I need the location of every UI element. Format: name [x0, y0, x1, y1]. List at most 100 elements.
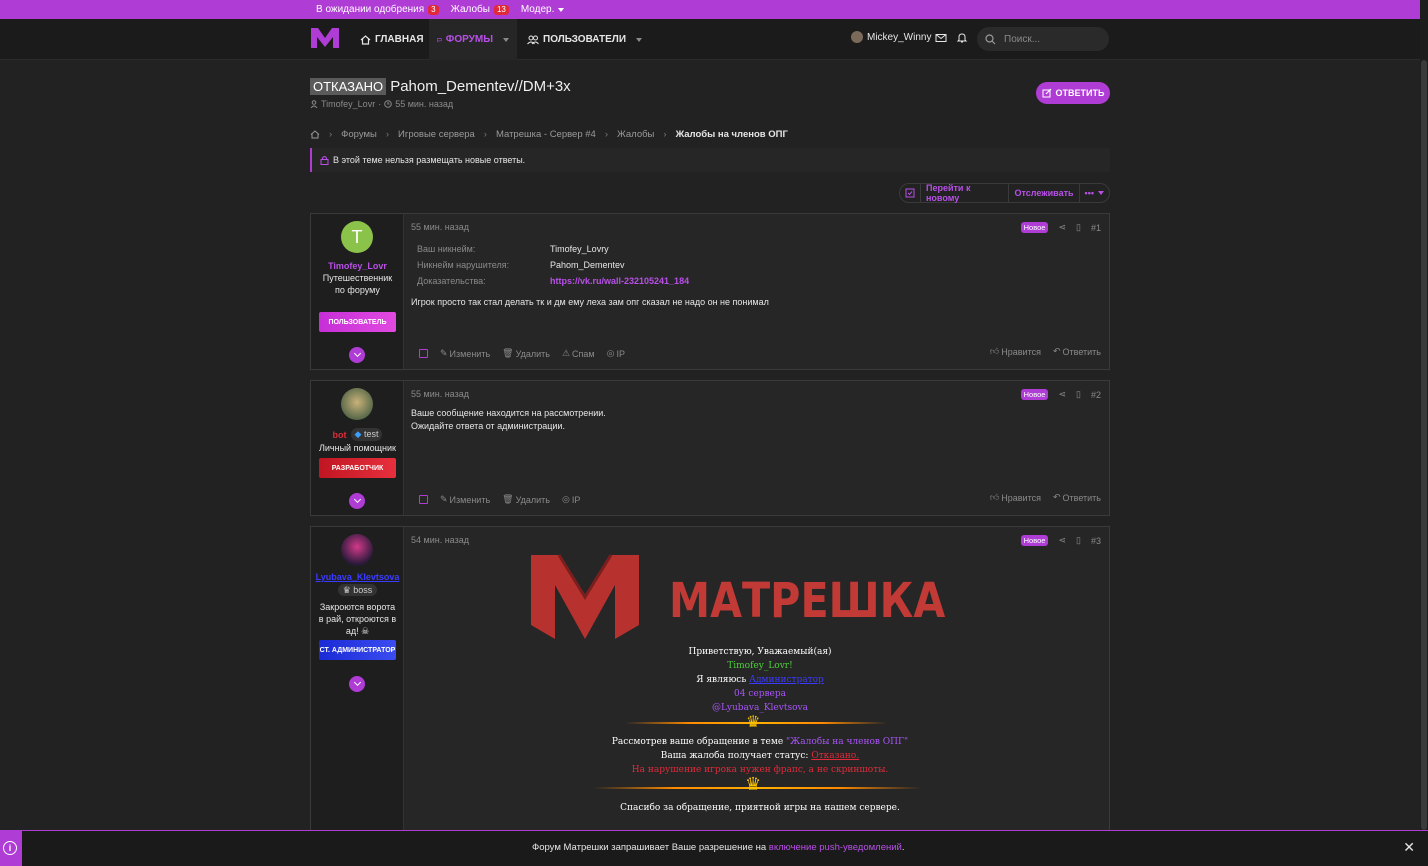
delete-button[interactable]: 🗑 Удалить: [502, 348, 550, 359]
diamond-icon: ◆: [354, 429, 362, 439]
user-title: Личный помощник: [318, 443, 396, 453]
delete-button[interactable]: 🗑 Удалить: [502, 494, 550, 505]
divider: ♛: [625, 713, 887, 731]
post: Lyubava_Klevtsova ♛ boss Закроются ворот…: [310, 526, 1110, 836]
search-input[interactable]: Поиск...: [977, 27, 1109, 51]
bookmark-icon[interactable]: ▯: [1076, 389, 1081, 400]
post-time[interactable]: 55 мин. назад: [411, 389, 469, 399]
post-time[interactable]: 55 мин. назад: [411, 222, 469, 232]
thumbs-up-icon: 👍︎: [989, 492, 1000, 502]
post-number[interactable]: #2: [1091, 390, 1101, 400]
warning-icon: ⚠: [561, 348, 571, 358]
post-message: Ваше сообщение находится на рассмотрении…: [411, 408, 606, 418]
ip-button[interactable]: ◎ IP: [607, 348, 625, 359]
reply-post-button[interactable]: ↶ Ответить: [1053, 492, 1101, 503]
select-button[interactable]: [900, 184, 921, 202]
like-button[interactable]: 👍︎ Нравится: [990, 346, 1041, 357]
bell-icon[interactable]: [956, 32, 968, 44]
thread-author[interactable]: Timofey_Lovr: [321, 99, 375, 109]
breadcrumb-item[interactable]: Форумы: [341, 129, 377, 140]
chevron-down-icon: [636, 37, 643, 42]
close-icon[interactable]: ✕: [1403, 839, 1415, 856]
edit-button[interactable]: ✎ Изменить: [440, 494, 490, 505]
breadcrumb-item[interactable]: Жалобы на членов ОПГ: [676, 129, 788, 140]
thread-time[interactable]: 55 мин. назад: [395, 99, 453, 109]
pending-count-badge: 3: [428, 4, 439, 15]
breadcrumb-item[interactable]: Жалобы: [617, 129, 654, 140]
breadcrumb-item[interactable]: Матрешка - Сервер #4: [496, 129, 596, 140]
breadcrumb-item[interactable]: Игровые сервера: [398, 129, 475, 140]
checkbox-icon: [905, 188, 915, 198]
breadcrumb: › Форумы › Игровые сервера › Матрешка - Сер…: [310, 129, 788, 140]
search-icon: [985, 33, 996, 44]
watch-button[interactable]: Отслеживать: [1009, 184, 1080, 202]
select-checkbox[interactable]: [419, 349, 428, 358]
edit-icon: ✎: [440, 348, 448, 358]
avatar[interactable]: [341, 534, 373, 566]
complaint-form: Ваш никнейм: Timofey_Lovry Никнейм наруши…: [417, 244, 690, 286]
inbox-icon[interactable]: [935, 32, 947, 44]
post-user-panel: Lyubava_Klevtsova ♛ boss Закроются ворот…: [311, 527, 404, 835]
chevron-down-icon: [558, 7, 565, 12]
edit-button[interactable]: ✎ Изменить: [440, 348, 490, 359]
go-to-new-button[interactable]: Перейти к новому: [921, 183, 1010, 203]
expand-user-button[interactable]: [349, 493, 365, 509]
post-time[interactable]: 54 мин. назад: [411, 535, 469, 545]
main-nav: ГЛАВНАЯ ФОРУМЫ ПОЛЬЗОВАТЕЛИ Mickey_Winny…: [0, 19, 1428, 60]
user-icon: [310, 100, 318, 108]
matreshka-logo: [531, 554, 639, 639]
post: T Timofey_Lovr Путешественник по форуму …: [310, 213, 1110, 370]
scrollbar[interactable]: [1420, 0, 1428, 866]
pending-approval-link[interactable]: В ожидании одобрения 3: [316, 4, 439, 15]
post-username[interactable]: Lyubava_Klevtsova: [311, 572, 404, 582]
matreshka-logo[interactable]: [310, 26, 340, 50]
users-icon: [527, 35, 539, 44]
status-label[interactable]: ОТКАЗАНО: [310, 78, 387, 95]
logo-text: МАТРЕШКА: [669, 573, 946, 629]
user-title: Путешественник по форуму: [322, 273, 393, 295]
user-banner: СТ. АДМИНИСТРАТОР: [319, 640, 396, 660]
home-icon[interactable]: [310, 130, 320, 139]
avatar[interactable]: [341, 388, 373, 420]
bookmark-icon[interactable]: ▯: [1076, 222, 1081, 233]
share-icon[interactable]: ⋖: [1058, 389, 1066, 400]
expand-user-button[interactable]: [349, 347, 365, 363]
post-username[interactable]: Timofey_Lovr: [311, 261, 404, 271]
thread-toolbar: Перейти к новому Отслеживать •••: [899, 183, 1110, 203]
post-message: Игрок просто так стал делать тк и дм ему…: [411, 297, 769, 307]
more-options-button[interactable]: •••: [1080, 184, 1109, 202]
edit-icon: [1042, 88, 1051, 98]
tab-home[interactable]: ГЛАВНАЯ: [352, 19, 432, 60]
info-icon[interactable]: i: [3, 841, 17, 855]
reply-icon: ↶: [1052, 346, 1061, 356]
post-number[interactable]: #3: [1091, 536, 1101, 546]
ip-button[interactable]: ◎ IP: [562, 494, 580, 505]
role-link[interactable]: Администратор: [749, 675, 824, 685]
tab-users[interactable]: ПОЛЬЗОВАТЕЛИ: [519, 19, 650, 60]
chat-icon: [437, 37, 442, 42]
like-button[interactable]: 👍︎ Нравится: [990, 492, 1041, 503]
select-checkbox[interactable]: [419, 495, 428, 504]
evidence-link[interactable]: https://vk.ru/wall-232105241_184: [550, 276, 689, 286]
complaints-link[interactable]: Жалобы 13: [451, 4, 509, 15]
post-username[interactable]: bot: [333, 430, 347, 440]
enable-push-link[interactable]: включение push-уведомлений: [769, 842, 902, 853]
expand-user-button[interactable]: [349, 676, 365, 692]
avatar[interactable]: T: [341, 221, 373, 253]
share-icon[interactable]: ⋖: [1058, 535, 1066, 546]
crown-icon: ♛: [342, 585, 351, 595]
reply-button[interactable]: ОТВЕТИТЬ: [1036, 82, 1110, 104]
account-menu[interactable]: Mickey_Winny: [851, 31, 931, 43]
crown-icon: ♛: [745, 774, 762, 794]
post-number[interactable]: #1: [1091, 223, 1101, 233]
globe-icon: ◎: [561, 494, 570, 504]
bookmark-icon[interactable]: ▯: [1076, 535, 1081, 546]
trash-icon: 🗑: [502, 494, 514, 504]
moder-menu[interactable]: Модер.: [521, 4, 565, 15]
user-title: Закроются ворота в рай, откроются в ад! …: [318, 602, 397, 636]
spam-button[interactable]: ⚠ Спам: [562, 348, 595, 359]
reply-post-button[interactable]: ↶ Ответить: [1053, 346, 1101, 357]
tab-forums[interactable]: ФОРУМЫ: [429, 19, 517, 60]
share-icon[interactable]: ⋖: [1058, 222, 1066, 233]
scrollbar-thumb[interactable]: [1421, 60, 1427, 830]
